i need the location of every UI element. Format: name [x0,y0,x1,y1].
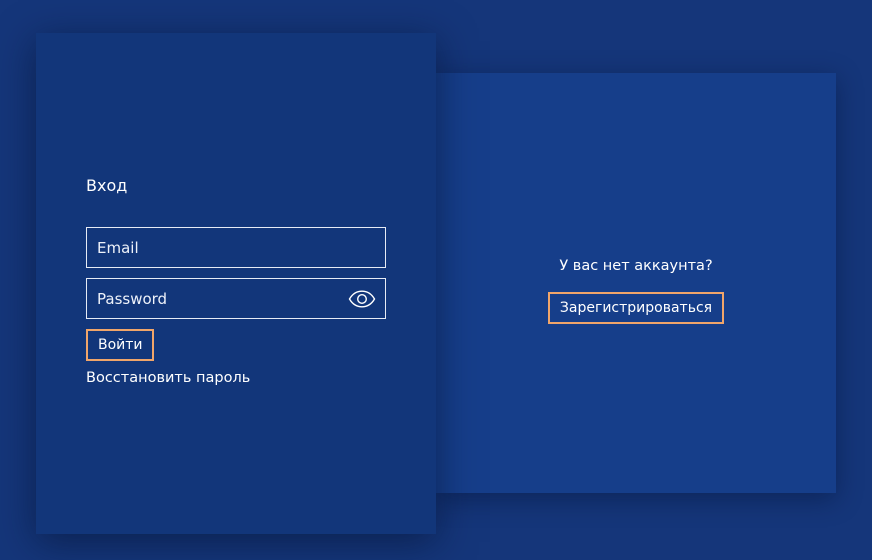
eye-icon[interactable] [348,289,376,309]
login-form: Вход Войти Восстановить пароль [86,177,386,386]
eye-icon-svg [348,289,376,308]
login-panel: Вход Войти Восстановить пароль [36,33,436,534]
forgot-password-link[interactable]: Восстановить пароль [86,370,386,386]
login-title: Вход [86,176,128,195]
password-field-wrapper [86,278,386,319]
auth-stage: У вас нет аккаунта? Зарегистрироваться В… [0,0,872,560]
email-input[interactable] [87,228,385,267]
email-field-wrapper [86,227,386,268]
login-button[interactable]: Войти [86,329,154,361]
signup-panel: У вас нет аккаунта? Зарегистрироваться [436,73,836,493]
signup-question: У вас нет аккаунта? [559,257,713,274]
register-button[interactable]: Зарегистрироваться [547,291,725,324]
password-input[interactable] [87,279,385,318]
